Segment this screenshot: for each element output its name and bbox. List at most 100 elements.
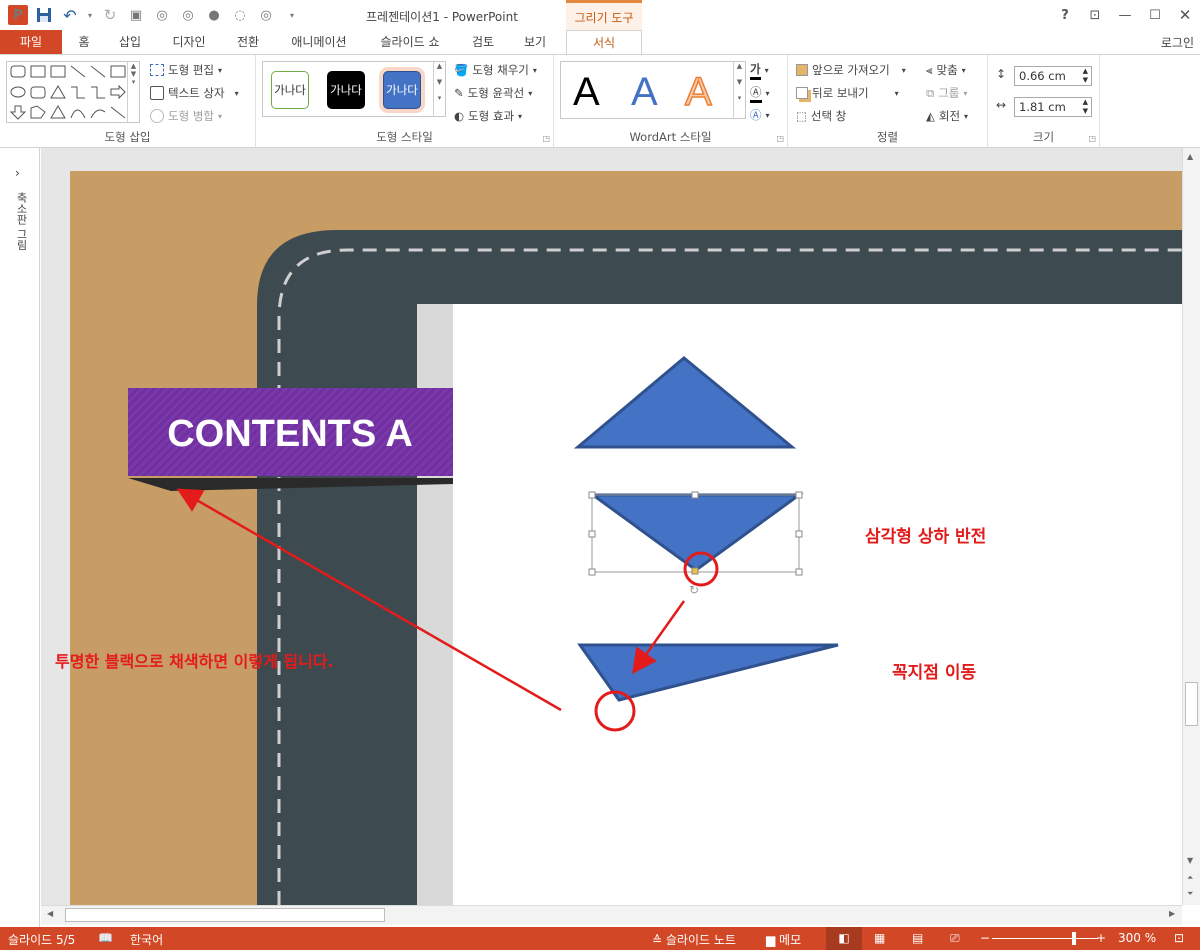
shape-effects-button[interactable]: ◐ 도형 효과 ▾ xyxy=(454,108,522,124)
close-icon[interactable]: ✕ xyxy=(1170,0,1200,30)
wordart-preset-blue[interactable]: A xyxy=(631,70,658,115)
tab-insert[interactable]: 삽입 xyxy=(112,30,148,54)
comments-button[interactable]: ▆ 메모 xyxy=(766,931,801,948)
tab-review[interactable]: 검토 xyxy=(466,30,500,54)
tab-home[interactable]: 홈 xyxy=(72,30,96,54)
scroll-right-icon[interactable]: ▶ xyxy=(1169,909,1175,918)
shape-styles-gallery[interactable]: 가나다 가나다 가나다 ▲ ▼ ▾ xyxy=(262,61,446,117)
dialog-launcher-icon[interactable]: ◳ xyxy=(1088,134,1096,143)
merge-shapes-button[interactable]: 도형 병합 ▾ xyxy=(150,108,222,124)
tab-design[interactable]: 디자인 xyxy=(166,30,212,54)
undo-dropdown-icon[interactable]: ▾ xyxy=(86,5,94,25)
rotate-icon: ◭ xyxy=(926,109,935,123)
vertical-scroll-thumb[interactable] xyxy=(1185,682,1198,726)
dropdown-icon: ▾ xyxy=(217,65,222,75)
drawing-tools-context-header: 그리기 도구 xyxy=(566,0,642,30)
shape-tool-icon-2[interactable]: ◎ xyxy=(178,5,198,25)
shape-style-preset-2[interactable]: 가나다 xyxy=(327,71,365,109)
login-link[interactable]: 로그인 xyxy=(1161,34,1194,51)
customize-qat-icon[interactable]: ▾ xyxy=(282,5,302,25)
language-indicator[interactable]: 한국어 xyxy=(130,931,163,948)
tab-animations[interactable]: 애니메이션 xyxy=(284,30,354,54)
thumbnail-pane-label[interactable]: 축소판 그림 xyxy=(13,192,29,251)
zoom-in-icon[interactable]: + xyxy=(1096,931,1106,945)
dialog-launcher-icon[interactable]: ◳ xyxy=(776,134,784,143)
zoom-out-icon[interactable]: − xyxy=(980,931,990,945)
notes-button[interactable]: ≙ 슬라이드 노트 xyxy=(652,931,736,948)
slide-sorter-icon[interactable]: ▦ xyxy=(874,931,885,945)
content-panel xyxy=(453,304,1182,905)
tab-format[interactable]: 서식 xyxy=(566,30,642,55)
save-icon[interactable] xyxy=(34,5,54,25)
maximize-icon[interactable]: ☐ xyxy=(1140,0,1170,30)
minimize-icon[interactable]: — xyxy=(1110,0,1140,30)
slideshow-start-icon[interactable]: ▣ xyxy=(126,5,146,25)
shape-height-input[interactable]: 0.66 cm ▲ ▼ xyxy=(1014,66,1092,86)
tab-file[interactable]: 파일 xyxy=(0,30,62,54)
selection-pane-button[interactable]: ⬚ 선택 창 xyxy=(796,108,846,124)
wordart-gallery[interactable]: A A A ▲ ▼ ▾ xyxy=(560,61,746,119)
wordart-preset-outline[interactable]: A xyxy=(684,69,712,115)
text-effects-button[interactable]: Ⓐ ▾ xyxy=(750,107,770,123)
next-slide-icon[interactable]: ⏷ xyxy=(1187,889,1193,899)
expand-thumbnails-icon[interactable]: › xyxy=(15,166,20,180)
annotation-black-fill: 투명한 블랙으로 채색하면 이렇게 됩니다. xyxy=(55,652,334,671)
wordart-gallery-scroll[interactable]: ▲ ▼ ▾ xyxy=(733,62,745,118)
zoom-slider-thumb[interactable] xyxy=(1072,932,1076,945)
scroll-up-icon[interactable]: ▲ xyxy=(1187,152,1193,161)
shape-tool-icon-4[interactable]: ◌ xyxy=(230,5,250,25)
ribbon-tabs: 파일 홈 삽입 디자인 전환 애니메이션 슬라이드 쇼 검토 보기 서식 로그인 xyxy=(0,30,1200,55)
slideshow-view-icon[interactable]: ⎚ xyxy=(950,931,960,946)
scroll-left-icon[interactable]: ◀ xyxy=(47,909,53,918)
adjust-handle[interactable] xyxy=(691,567,699,575)
shapes-gallery-scroll[interactable]: ▲ ▼ ▾ xyxy=(127,62,139,122)
bring-forward-icon xyxy=(796,64,808,76)
group-wordart-styles: A A A ▲ ▼ ▾ 가 ▾ Ⓐ ▾ Ⓐ ▾ WordArt 스타일 ◳ xyxy=(554,55,788,147)
text-fill-button[interactable]: 가 ▾ xyxy=(750,61,769,80)
scroll-down-icon[interactable]: ▼ xyxy=(1187,856,1193,865)
text-outline-button[interactable]: Ⓐ ▾ xyxy=(750,84,770,103)
dropdown-icon: ▾ xyxy=(961,65,966,75)
edit-shape-button[interactable]: 도형 편집 ▾ xyxy=(150,62,222,78)
vertical-scrollbar[interactable]: ▲ ▼ ⏶ ⏷ xyxy=(1182,148,1200,905)
rotate-button[interactable]: ◭ 회전 ▾ xyxy=(926,108,968,124)
slide-canvas[interactable]: CONTENTS A ↻ 삼각형 상하 반전 꼭지점 이동 투명한 블랙으로 채… xyxy=(41,148,1182,905)
thumbnail-pane: › 축소판 그림 xyxy=(0,148,40,928)
align-button[interactable]: ⫷ 맞춤 ▾ xyxy=(926,62,966,78)
reading-view-icon[interactable]: ▤ xyxy=(912,931,923,945)
shape-tool-icon[interactable]: ◎ xyxy=(152,5,172,25)
shape-style-preset-1[interactable]: 가나다 xyxy=(271,71,309,109)
dialog-launcher-icon[interactable]: ◳ xyxy=(542,134,550,143)
send-backward-button[interactable]: 뒤로 보내기 ▾ xyxy=(796,85,899,101)
horizontal-scroll-thumb[interactable] xyxy=(65,908,385,922)
shape-styles-gallery-scroll[interactable]: ▲ ▼ ▾ xyxy=(433,62,445,116)
shape-tool-icon-5[interactable]: ◎ xyxy=(256,5,276,25)
shape-width-input[interactable]: 1.81 cm ▲ ▼ xyxy=(1014,97,1092,117)
quick-access-toolbar: P ↶ ▾ ↻ ▣ ◎ ◎ ● ◌ ◎ ▾ xyxy=(8,5,302,25)
pen-icon: ✎ xyxy=(454,86,464,100)
spelling-check-icon[interactable]: 📖 xyxy=(98,931,113,945)
shape-fill-button[interactable]: 🪣 도형 채우기 ▾ xyxy=(454,62,537,78)
tab-transitions[interactable]: 전환 xyxy=(230,30,266,54)
shapes-gallery[interactable]: ▲ ▼ ▾ xyxy=(6,61,140,123)
undo-icon[interactable]: ↶ xyxy=(60,5,80,25)
horizontal-scrollbar[interactable]: ◀ ▶ xyxy=(41,905,1182,925)
effects-icon: ◐ xyxy=(454,109,465,123)
previous-slide-icon[interactable]: ⏶ xyxy=(1187,873,1193,883)
shape-outline-button[interactable]: ✎ 도형 윤곽선 ▾ xyxy=(454,85,532,101)
shape-tool-icon-3[interactable]: ● xyxy=(204,5,224,25)
zoom-slider-track[interactable] xyxy=(992,938,1098,939)
text-box-button[interactable]: 텍스트 상자 ▾ xyxy=(150,85,239,101)
help-icon[interactable]: ? xyxy=(1050,0,1080,30)
normal-view-icon[interactable]: ◧ xyxy=(826,927,862,950)
redo-icon[interactable]: ↻ xyxy=(100,5,120,25)
bring-forward-button[interactable]: 앞으로 가져오기 ▾ xyxy=(796,62,906,78)
wordart-preset-black[interactable]: A xyxy=(573,70,600,115)
fit-slide-icon[interactable]: ⊡ xyxy=(1174,931,1184,945)
zoom-level[interactable]: 300 % xyxy=(1118,931,1156,945)
tab-view[interactable]: 보기 xyxy=(518,30,552,54)
tab-slideshow[interactable]: 슬라이드 쇼 xyxy=(372,30,448,54)
group-button[interactable]: ⧉ 그룹 ▾ xyxy=(926,85,967,101)
ribbon-display-options-icon[interactable]: ⊡ xyxy=(1080,0,1110,30)
shape-style-preset-3[interactable]: 가나다 xyxy=(383,71,421,109)
